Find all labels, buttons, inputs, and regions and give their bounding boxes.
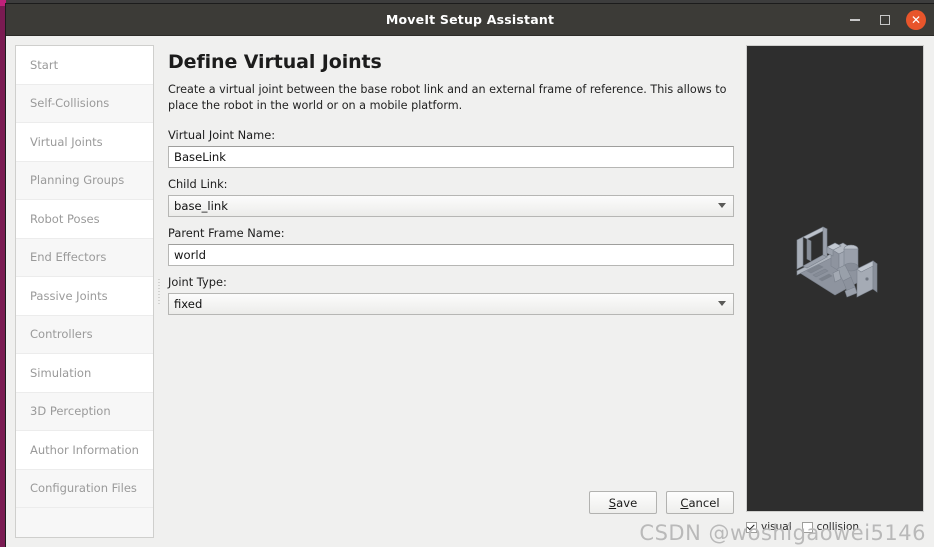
sidebar-item-label: Virtual Joints — [30, 134, 103, 149]
sidebar-item-label: End Effectors — [30, 250, 107, 265]
sidebar-item-end-effectors[interactable]: End Effectors — [16, 238, 153, 277]
sidebar-item-label: Planning Groups — [30, 173, 125, 188]
joint-type-label: Joint Type: — [168, 274, 227, 289]
sidebar-item-virtual-joints[interactable]: Virtual Joints — [16, 123, 153, 162]
application-window: MoveIt Setup Assistant ✕ Start Self-Coll… — [6, 4, 934, 547]
save-label-rest: ave — [616, 495, 638, 510]
save-button[interactable]: Save — [589, 491, 657, 514]
sidebar-item-self-collisions[interactable]: Self-Collisions — [16, 84, 153, 123]
chevron-down-icon — [718, 301, 726, 307]
child-link-value: base_link — [174, 198, 228, 213]
visual-checkbox-label: visual — [761, 521, 792, 533]
close-button[interactable]: ✕ — [906, 10, 926, 30]
visual-checkbox[interactable]: visual — [746, 521, 792, 533]
sidebar-item-simulation[interactable]: Simulation — [16, 354, 153, 393]
sidebar-item-controllers[interactable]: Controllers — [16, 315, 153, 354]
sidebar-item-robot-poses[interactable]: Robot Poses — [16, 200, 153, 239]
window-controls: ✕ — [846, 4, 928, 36]
sidebar-item-3d-perception[interactable]: 3D Perception — [16, 392, 153, 431]
child-link-label: Child Link: — [168, 176, 228, 191]
parent-frame-name-label: Parent Frame Name: — [168, 225, 285, 240]
sidebar-filler — [16, 508, 153, 537]
sidebar-nav: Start Self-Collisions Virtual Joints Pla… — [15, 45, 154, 538]
sidebar-item-label: Start — [30, 57, 59, 72]
main-content: Define Virtual Joints Create a virtual j… — [163, 45, 746, 538]
sidebar-splitter-handle[interactable] — [154, 45, 163, 538]
minimize-icon — [850, 19, 860, 21]
cancel-button[interactable]: Cancel — [666, 491, 734, 514]
checkbox-icon — [801, 521, 813, 533]
sidebar-item-label: Self-Collisions — [30, 96, 110, 111]
joint-type-value: fixed — [174, 296, 203, 311]
maximize-icon — [880, 15, 890, 25]
checkbox-icon — [746, 521, 757, 533]
sidebar-item-label: 3D Perception — [30, 404, 111, 419]
cancel-label-rest: ancel — [688, 495, 720, 510]
robot-model-render — [796, 226, 878, 298]
sidebar-item-label: Simulation — [30, 365, 92, 380]
sidebar-item-label: Passive Joints — [30, 288, 108, 303]
sidebar-wrapper: Start Self-Collisions Virtual Joints Pla… — [15, 45, 154, 538]
sidebar-item-label: Controllers — [30, 327, 93, 342]
virtual-joint-name-label: Virtual Joint Name: — [168, 127, 276, 142]
minimize-button[interactable] — [846, 11, 864, 29]
title-bar: MoveIt Setup Assistant ✕ — [6, 4, 934, 36]
sidebar-item-label: Author Information — [30, 442, 139, 457]
virtual-joint-name-input[interactable]: BaseLink — [168, 145, 734, 168]
sidebar-item-planning-groups[interactable]: Planning Groups — [16, 161, 153, 200]
sidebar-item-label: Configuration Files — [30, 481, 137, 496]
collision-checkbox[interactable]: collision — [801, 521, 860, 533]
parent-frame-name-input[interactable]: world — [168, 243, 734, 266]
collision-checkbox-label: collision — [816, 521, 860, 533]
viewport-display-options: visual collision — [746, 512, 924, 538]
sidebar-item-passive-joints[interactable]: Passive Joints — [16, 277, 153, 316]
robot-3d-viewport[interactable] — [746, 45, 924, 512]
page-description: Create a virtual joint between the base … — [168, 83, 727, 112]
dialog-button-row: Save Cancel — [168, 491, 734, 538]
sidebar-item-label: Robot Poses — [30, 211, 100, 226]
sidebar-item-start[interactable]: Start — [16, 46, 153, 85]
joint-type-select[interactable]: fixed — [168, 292, 734, 315]
window-body: Start Self-Collisions Virtual Joints Pla… — [6, 36, 934, 547]
chevron-down-icon — [718, 203, 726, 209]
page-title: Define Virtual Joints — [168, 51, 382, 73]
sidebar-item-configuration-files[interactable]: Configuration Files — [16, 469, 153, 508]
child-link-select[interactable]: base_link — [168, 194, 734, 217]
window-title: MoveIt Setup Assistant — [385, 12, 555, 27]
splitter-grip-icon — [157, 278, 160, 305]
viewport-column: visual collision — [746, 45, 926, 538]
maximize-button[interactable] — [876, 11, 894, 29]
sidebar-item-author-information[interactable]: Author Information — [16, 431, 153, 470]
